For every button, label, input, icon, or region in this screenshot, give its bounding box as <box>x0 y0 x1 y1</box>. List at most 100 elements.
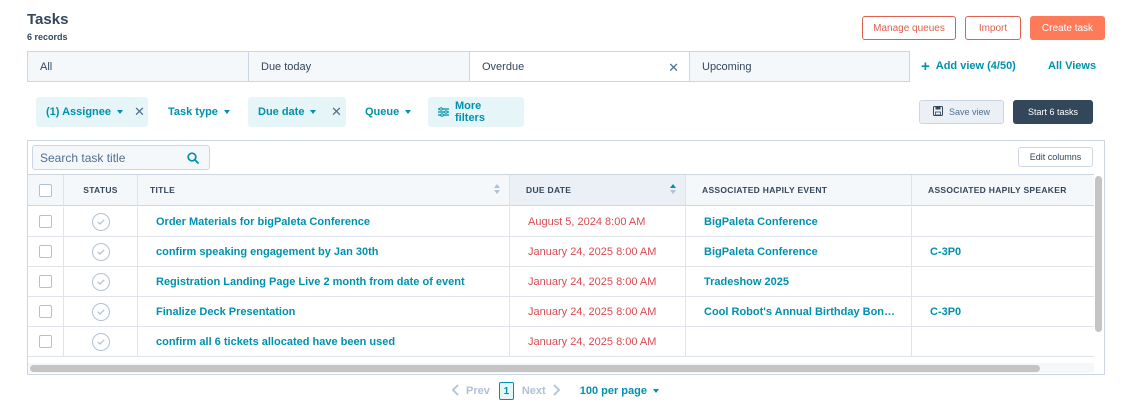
tab-label: Upcoming <box>702 60 752 73</box>
search-input[interactable]: Search task title <box>32 145 210 170</box>
view-tabs: All Due today Overdue ✕ Upcoming <box>27 51 910 82</box>
save-view-button[interactable]: Save view <box>919 100 1004 124</box>
search-placeholder: Search task title <box>40 150 126 165</box>
table-row[interactable]: Registration Landing Page Live 2 month f… <box>28 267 1094 297</box>
tab-label: Due today <box>261 60 312 73</box>
filter-label: Queue <box>365 106 400 118</box>
scrollbar-thumb[interactable] <box>30 365 1040 372</box>
create-task-button[interactable]: Create task <box>1030 16 1105 40</box>
tasks-table: Search task title Edit columns STATUS TI… <box>27 140 1105 375</box>
save-view-label: Save view <box>948 107 991 117</box>
column-title[interactable]: TITLE <box>138 175 510 205</box>
pagination: Prev 1 Next 100 per page <box>451 382 659 400</box>
complete-task-icon[interactable] <box>91 302 110 321</box>
speaker-link[interactable]: C-3P0 <box>912 297 1094 326</box>
column-status[interactable]: STATUS <box>64 175 138 205</box>
select-all-checkbox[interactable] <box>39 183 52 197</box>
page-title: Tasks <box>27 11 69 28</box>
plus-icon: + <box>921 57 930 75</box>
filter-label: More filters <box>455 100 485 124</box>
column-speaker[interactable]: ASSOCIATED HAPILY SPEAKER <box>912 175 1094 205</box>
next-page-button[interactable]: Next <box>522 383 560 399</box>
import-button[interactable]: Import <box>965 16 1021 40</box>
chevron-left-icon <box>451 383 460 399</box>
tab-upcoming[interactable]: Upcoming <box>689 51 910 82</box>
row-checkbox[interactable] <box>39 275 52 288</box>
task-title-link[interactable]: Finalize Deck Presentation <box>138 297 510 326</box>
column-event[interactable]: ASSOCIATED HAPILY EVENT <box>686 175 912 205</box>
event-link[interactable]: Tradeshow 2025 <box>686 267 912 296</box>
assignee-filter[interactable]: (1) Assignee <box>36 97 148 127</box>
manage-queues-button[interactable]: Manage queues <box>862 16 956 40</box>
filter-label: Task type <box>168 106 218 118</box>
edit-columns-button[interactable]: Edit columns <box>1018 147 1093 167</box>
table-row[interactable]: Finalize Deck Presentation January 24, 20… <box>28 297 1094 327</box>
table-row[interactable]: confirm all 6 tickets allocated have bee… <box>28 327 1094 357</box>
tab-overdue[interactable]: Overdue ✕ <box>469 51 690 82</box>
task-title-link[interactable]: confirm speaking engagement by Jan 30th <box>138 237 510 266</box>
status-cell <box>64 327 138 356</box>
task-title-link[interactable]: Registration Landing Page Live 2 month f… <box>138 267 510 296</box>
column-due-date-label: DUE DATE <box>526 185 572 195</box>
speaker-link[interactable]: C-3P0 <box>912 237 1094 266</box>
row-select-cell <box>28 267 64 296</box>
complete-task-icon[interactable] <box>91 272 110 291</box>
scrollbar-thumb[interactable] <box>1095 176 1102 332</box>
table-row[interactable]: Order Materials for bigPaleta Conference… <box>28 207 1094 237</box>
column-due-date[interactable]: DUE DATE <box>510 175 686 205</box>
event-link[interactable]: Cool Robot's Annual Birthday Bon… <box>686 297 912 326</box>
table-row[interactable]: confirm speaking engagement by Jan 30th J… <box>28 237 1094 267</box>
complete-task-icon[interactable] <box>91 212 110 231</box>
add-view-button[interactable]: + Add view (4/50) <box>921 57 1016 75</box>
close-tab-icon[interactable]: ✕ <box>668 61 679 74</box>
event-link[interactable] <box>686 327 912 356</box>
save-icon <box>932 106 943 118</box>
caret-down-icon <box>117 110 124 114</box>
due-date-cell: January 24, 2025 8:00 AM <box>510 267 686 296</box>
due-date-cell: January 24, 2025 8:00 AM <box>510 297 686 326</box>
speaker-link[interactable] <box>912 267 1094 296</box>
task-type-filter[interactable]: Task type <box>168 97 230 127</box>
filter-label: (1) Assignee <box>46 106 112 118</box>
status-cell <box>64 237 138 266</box>
vertical-scrollbar[interactable] <box>1094 174 1104 364</box>
caret-down-icon <box>652 389 659 393</box>
row-checkbox[interactable] <box>39 305 52 318</box>
speaker-link[interactable] <box>912 207 1094 236</box>
task-title-link[interactable]: confirm all 6 tickets allocated have bee… <box>138 327 510 356</box>
status-cell <box>64 207 138 236</box>
search-icon <box>187 152 199 167</box>
complete-task-icon[interactable] <box>91 242 110 261</box>
select-all-cell <box>28 175 64 205</box>
speaker-link[interactable] <box>912 327 1094 356</box>
prev-page-button[interactable]: Prev <box>451 383 490 399</box>
queue-filter[interactable]: Queue <box>365 97 412 127</box>
tab-all[interactable]: All <box>27 51 249 82</box>
start-tasks-button[interactable]: Start 6 tasks <box>1013 100 1093 124</box>
horizontal-scrollbar[interactable] <box>28 363 1094 373</box>
row-checkbox[interactable] <box>39 215 52 228</box>
row-select-cell <box>28 297 64 326</box>
tab-label: All <box>40 60 53 73</box>
sort-ascending-icon <box>670 184 676 196</box>
caret-down-icon <box>405 110 412 114</box>
task-title-link[interactable]: Order Materials for bigPaleta Conference <box>138 207 510 236</box>
row-checkbox[interactable] <box>39 245 52 258</box>
sliders-icon <box>438 107 449 117</box>
tab-due-today[interactable]: Due today <box>248 51 470 82</box>
all-views-link[interactable]: All Views <box>1048 60 1096 72</box>
more-filters-button[interactable]: More filters <box>428 97 524 127</box>
per-page-label: 100 per page <box>579 385 647 397</box>
table-header: STATUS TITLE DUE DATE ASSOCIATED HAPILY … <box>28 174 1094 206</box>
per-page-dropdown[interactable]: 100 per page <box>580 385 659 397</box>
filter-label: Due date <box>258 106 305 118</box>
event-link[interactable]: BigPaleta Conference <box>686 237 912 266</box>
clear-due-date-icon[interactable]: ✕ <box>331 105 342 118</box>
event-link[interactable]: BigPaleta Conference <box>686 207 912 236</box>
clear-assignee-icon[interactable]: ✕ <box>134 105 145 118</box>
current-page[interactable]: 1 <box>498 382 514 400</box>
page-header: Tasks 6 records <box>27 11 68 42</box>
row-checkbox[interactable] <box>39 335 52 348</box>
tab-label: Overdue <box>482 60 525 73</box>
complete-task-icon[interactable] <box>91 332 110 351</box>
